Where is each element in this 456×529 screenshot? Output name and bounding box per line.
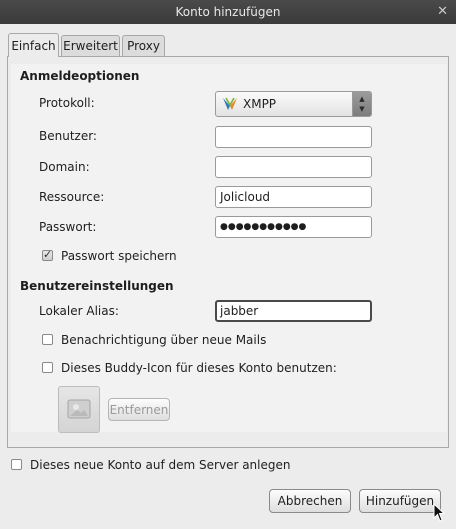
user-label: Benutzer: bbox=[39, 129, 97, 143]
cancel-button[interactable]: Abbrechen bbox=[269, 489, 351, 513]
window-title: Konto hinzufügen bbox=[175, 5, 281, 19]
user-input[interactable] bbox=[215, 126, 372, 148]
resource-label: Ressource: bbox=[39, 190, 105, 204]
save-password-checkbox[interactable] bbox=[42, 248, 53, 261]
resource-input[interactable]: Jolicloud bbox=[215, 186, 372, 208]
save-password-label[interactable]: Passwort speichern bbox=[61, 249, 177, 263]
tab-label: Einfach bbox=[11, 39, 56, 53]
tab-content bbox=[11, 64, 447, 432]
create-account-checkbox[interactable] bbox=[11, 459, 22, 470]
image-placeholder-icon bbox=[67, 399, 91, 419]
tab-einfach[interactable]: Einfach bbox=[8, 33, 59, 57]
buddy-icon-checkbox[interactable] bbox=[42, 362, 53, 373]
login-options-heading: Anmeldeoptionen bbox=[20, 69, 140, 83]
new-mail-checkbox[interactable] bbox=[42, 334, 53, 345]
xmpp-icon bbox=[223, 97, 237, 110]
add-button[interactable]: Hinzufügen bbox=[359, 489, 441, 513]
protocol-label: Protokoll: bbox=[39, 96, 95, 110]
domain-label: Domain: bbox=[39, 160, 90, 174]
updown-arrows-icon: ▲ ▼ bbox=[352, 92, 371, 116]
password-label: Passwort: bbox=[39, 220, 97, 234]
tab-proxy[interactable]: Proxy bbox=[122, 35, 165, 57]
buddy-icon-label[interactable]: Dieses Buddy-Icon für dieses Konto benut… bbox=[61, 361, 337, 375]
buddy-icon-button[interactable] bbox=[58, 386, 100, 433]
new-mail-label[interactable]: Benachrichtigung über neue Mails bbox=[61, 333, 266, 347]
protocol-select[interactable]: XMPP ▲ ▼ bbox=[215, 91, 372, 117]
mouse-cursor-icon bbox=[433, 503, 445, 522]
alias-label: Lokaler Alias: bbox=[39, 304, 119, 318]
tab-label: Proxy bbox=[127, 39, 160, 53]
protocol-value: XMPP bbox=[243, 97, 277, 111]
tab-erweitert[interactable]: Erweitert bbox=[61, 35, 120, 57]
password-input[interactable]: ●●●●●●●●●●● bbox=[215, 216, 372, 238]
user-settings-heading: Benutzereinstellungen bbox=[20, 279, 174, 293]
remove-button[interactable]: Entfernen bbox=[108, 398, 170, 421]
title-bar: Konto hinzufügen ✕ bbox=[0, 0, 456, 24]
domain-input[interactable] bbox=[215, 156, 372, 178]
tab-label: Erweitert bbox=[63, 39, 118, 53]
close-icon[interactable]: ✕ bbox=[437, 0, 448, 24]
alias-input[interactable]: jabber bbox=[215, 300, 372, 322]
create-account-label[interactable]: Dieses neue Konto auf dem Server anlegen bbox=[30, 458, 290, 472]
